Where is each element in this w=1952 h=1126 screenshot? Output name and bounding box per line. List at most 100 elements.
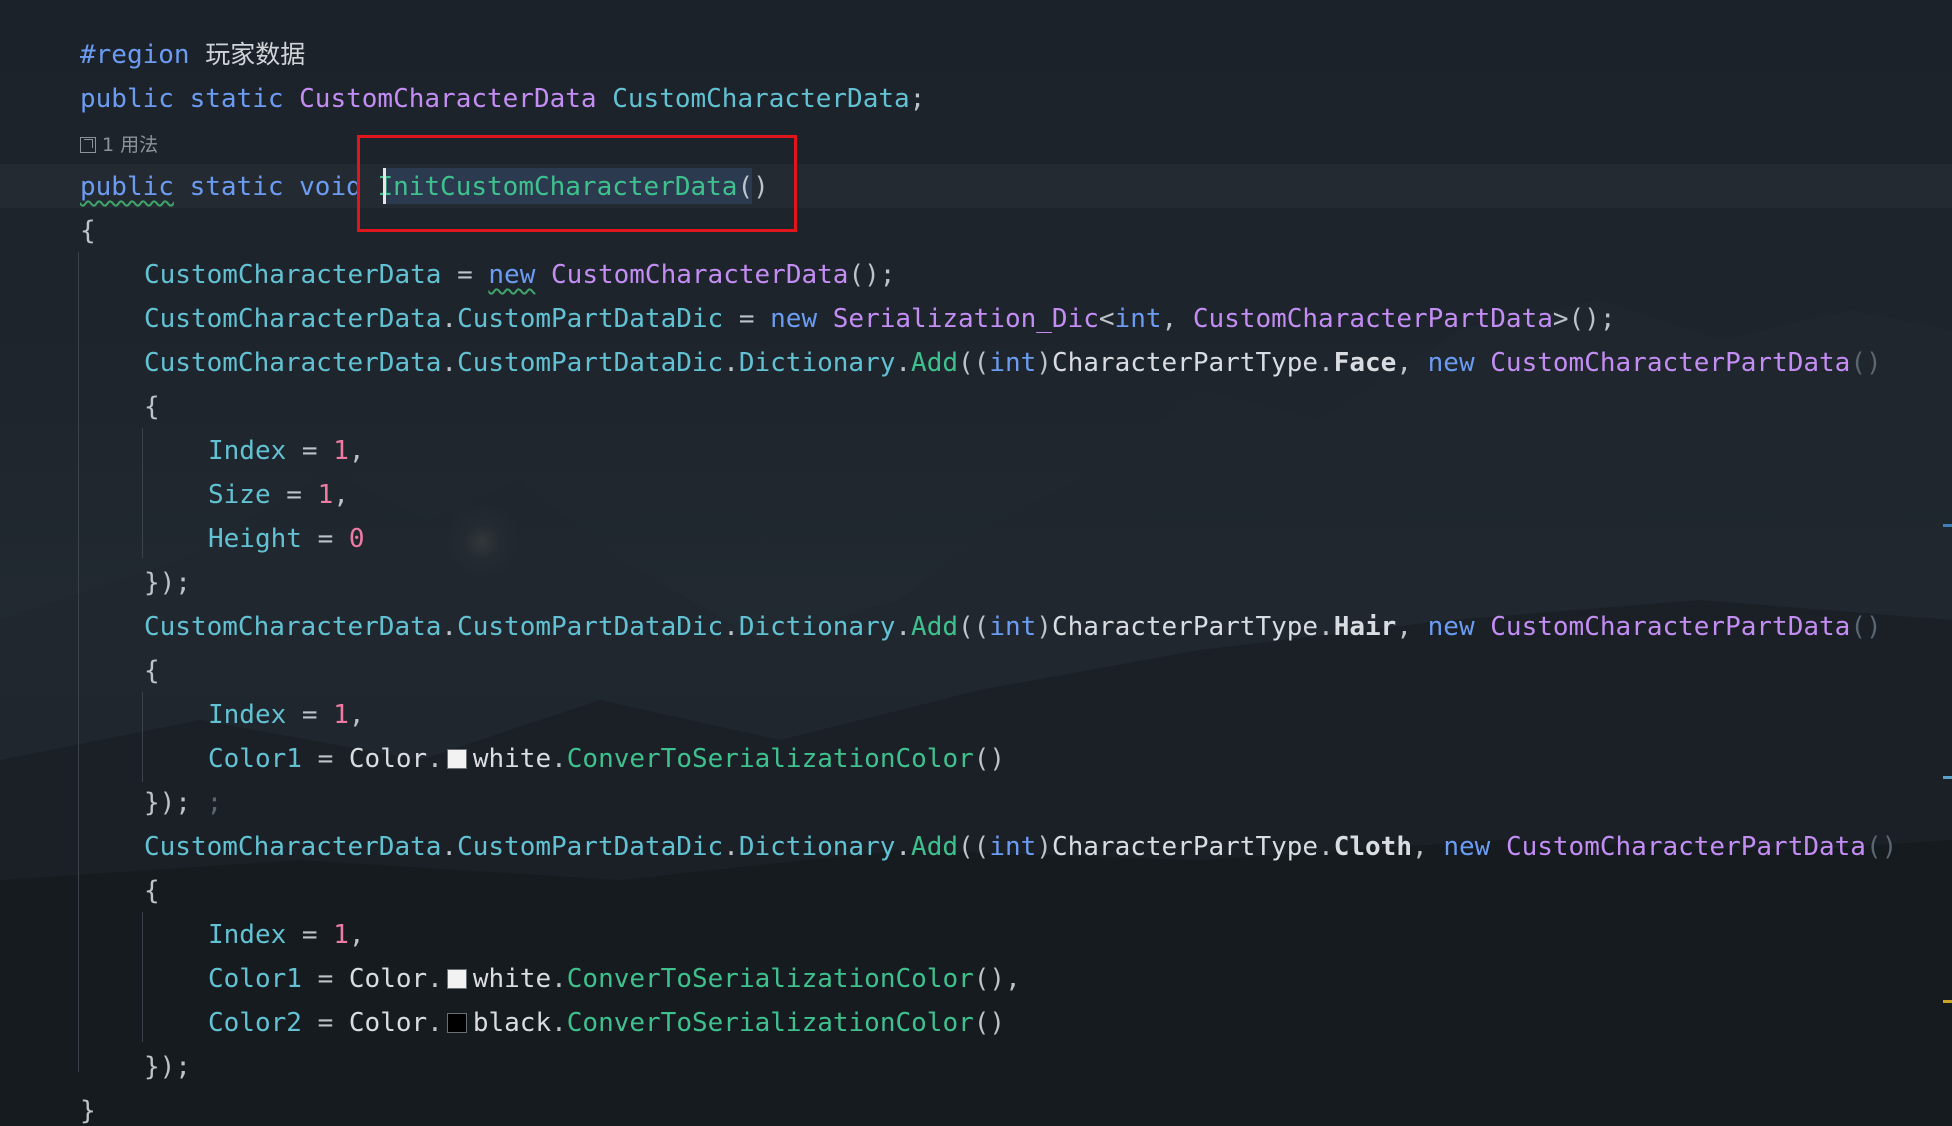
property-name: CustomPartDataDic [457, 612, 724, 642]
field-name: CustomCharacterData [144, 348, 442, 378]
property-name: Size [208, 480, 271, 510]
code-line-brace[interactable]: { [144, 869, 160, 913]
punctuation: (( [958, 612, 990, 642]
code-line-field[interactable]: public static CustomCharacterData Custom… [80, 77, 925, 121]
method-name: Add [911, 612, 959, 642]
code-line-prop[interactable]: Color2 = Color. black.ConverToSerializati… [208, 1001, 1005, 1045]
open-brace: { [144, 392, 160, 422]
property-name: Dictionary [738, 348, 896, 378]
method-name: ConverToSerializationColor [566, 1008, 974, 1038]
punctuation: (( [958, 348, 990, 378]
class-name: Color [348, 1008, 428, 1038]
keyword: static [189, 172, 284, 202]
keyword: static [189, 84, 284, 114]
code-line-prop[interactable]: Color1 = Color. white.ConverToSerializati… [208, 957, 1021, 1001]
punctuation: . [1318, 832, 1334, 862]
punctuation: () [973, 1008, 1006, 1038]
code-line-add-face[interactable]: CustomCharacterData.CustomPartDataDic.Di… [144, 341, 1882, 385]
color-swatch-black[interactable] [446, 1013, 467, 1033]
block-end: }); [144, 1052, 191, 1082]
code-editor[interactable]: #region 玩家数据 public static CustomCharact… [0, 0, 1952, 1126]
operator: = [286, 920, 334, 950]
code-line-assign[interactable]: CustomCharacterData = new CustomCharacte… [144, 253, 895, 297]
punctuation: . [427, 744, 443, 774]
punctuation: . [723, 832, 739, 862]
operator: = [270, 480, 318, 510]
class-name: Color [348, 744, 428, 774]
punctuation: . [895, 612, 912, 642]
code-line-brace[interactable]: { [144, 649, 160, 693]
code-line-add-hair[interactable]: CustomCharacterData.CustomPartDataDic.Di… [144, 605, 1882, 649]
indent-guide [142, 428, 143, 558]
punctuation: , [348, 436, 365, 466]
redundant-semicolon: ; [190, 788, 223, 818]
code-line-brace[interactable]: { [144, 385, 160, 429]
keyword: int [1114, 304, 1162, 334]
keyword: void [299, 172, 362, 202]
code-line-prop[interactable]: Index = 1, [208, 693, 365, 737]
property-name: Dictionary [738, 832, 896, 862]
code-line-brace[interactable]: { [80, 209, 96, 253]
punctuation: . [441, 612, 458, 642]
field-name: CustomCharacterData [144, 612, 442, 642]
code-line-block-end[interactable]: }); ; [144, 781, 222, 825]
punctuation: >(); [1552, 304, 1616, 334]
code-line-close-brace[interactable]: } [80, 1089, 96, 1126]
operator: = [301, 744, 349, 774]
scrollbar-marker[interactable] [1943, 1000, 1952, 1003]
color-swatch-white[interactable] [446, 969, 467, 989]
annotation-highlight-box [357, 135, 797, 232]
punctuation: ) [1036, 612, 1052, 642]
operator: = [441, 260, 489, 290]
number: 1 [333, 436, 349, 466]
punctuation: () [973, 744, 1006, 774]
code-line-region[interactable]: #region 玩家数据 [80, 33, 305, 77]
block-end: }); [144, 568, 191, 598]
type-name: CustomCharacterPartData [1490, 612, 1851, 642]
usage-hint-label: 1 用法 [102, 134, 159, 156]
keyword: int [989, 832, 1037, 862]
operator: = [286, 700, 334, 730]
keyword: new [770, 304, 818, 334]
punctuation: ) [1036, 348, 1052, 378]
region-label: 玩家数据 [205, 40, 306, 69]
operator: = [301, 524, 349, 554]
punctuation: , [1396, 348, 1428, 378]
code-line-block-end[interactable]: }); [144, 561, 191, 605]
keyword: new [1443, 832, 1491, 862]
punctuation: . [895, 832, 912, 862]
type-name: Serialization_Dic [832, 304, 1099, 334]
code-line-prop[interactable]: Size = 1, [208, 473, 349, 517]
code-line-dic-init[interactable]: CustomCharacterData.CustomPartDataDic = … [144, 297, 1615, 341]
code-line-prop[interactable]: Height = 0 [208, 517, 365, 561]
open-brace: { [144, 656, 160, 686]
method-name: ConverToSerializationColor [566, 744, 974, 774]
punctuation: . [1318, 612, 1334, 642]
punctuation: < [1098, 304, 1115, 334]
code-line-prop[interactable]: Index = 1, [208, 913, 365, 957]
punctuation: . [551, 964, 567, 994]
class-name: Color [348, 964, 428, 994]
punctuation: () [1865, 832, 1898, 862]
keyword: new [1427, 612, 1475, 642]
code-line-prop[interactable]: Color1 = Color. white.ConverToSerializati… [208, 737, 1005, 781]
code-line-block-end[interactable]: }); [144, 1045, 191, 1089]
field-name: CustomCharacterData [144, 304, 442, 334]
punctuation: . [441, 832, 458, 862]
type-name: CustomCharacterPartData [1505, 832, 1866, 862]
usage-hint[interactable]: 1 用法 [80, 130, 158, 160]
method-name: ConverToSerializationColor [566, 964, 974, 994]
code-line-prop[interactable]: Index = 1, [208, 429, 365, 473]
number: 1 [333, 920, 349, 950]
scrollbar-marker[interactable] [1943, 776, 1952, 779]
color-name: white [472, 744, 552, 774]
color-swatch-white[interactable] [446, 749, 467, 769]
enum-member: Face [1333, 348, 1397, 378]
code-line-add-cloth[interactable]: CustomCharacterData.CustomPartDataDic.Di… [144, 825, 1897, 869]
type-name: CustomCharacterPartData [1490, 348, 1851, 378]
close-brace: } [80, 1096, 96, 1126]
property-name: Color1 [208, 744, 302, 774]
number: 1 [317, 480, 334, 510]
punctuation: . [895, 348, 912, 378]
scrollbar-marker[interactable] [1943, 524, 1952, 527]
